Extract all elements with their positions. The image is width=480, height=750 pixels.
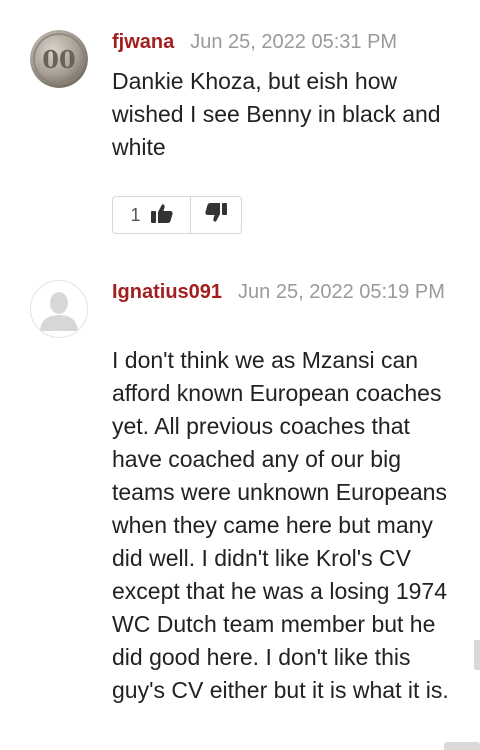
comment-author[interactable]: Ignatius091 bbox=[112, 281, 222, 303]
floating-tab[interactable] bbox=[444, 742, 480, 750]
thumbs-down-icon bbox=[205, 202, 227, 228]
scrollbar-thumb[interactable] bbox=[474, 640, 480, 670]
upvote-button[interactable]: 1 bbox=[113, 197, 191, 233]
default-user-avatar-icon[interactable] bbox=[30, 280, 88, 338]
comment-author[interactable]: fjwana bbox=[112, 31, 174, 53]
comment-meta: Ignatius091 Jun 25, 2022 05:19 PM bbox=[112, 278, 450, 307]
downvote-button[interactable] bbox=[191, 197, 241, 233]
thumbs-up-icon bbox=[150, 203, 173, 228]
comment-date: Jun 25, 2022 05:19 PM bbox=[238, 281, 445, 303]
coin-avatar-icon[interactable]: 00 bbox=[30, 30, 88, 88]
vote-controls: 1 bbox=[112, 196, 242, 234]
comment-text: I don't think we as Mzansi can afford kn… bbox=[112, 347, 449, 703]
comment-meta: fjwana Jun 25, 2022 05:31 PM bbox=[112, 28, 450, 57]
svg-text:00: 00 bbox=[42, 45, 75, 74]
comment-date: Jun 25, 2022 05:31 PM bbox=[190, 31, 398, 53]
upvote-count: 1 bbox=[130, 204, 141, 225]
comment-text: Dankie Khoza, but eish how wished I see … bbox=[112, 68, 441, 160]
